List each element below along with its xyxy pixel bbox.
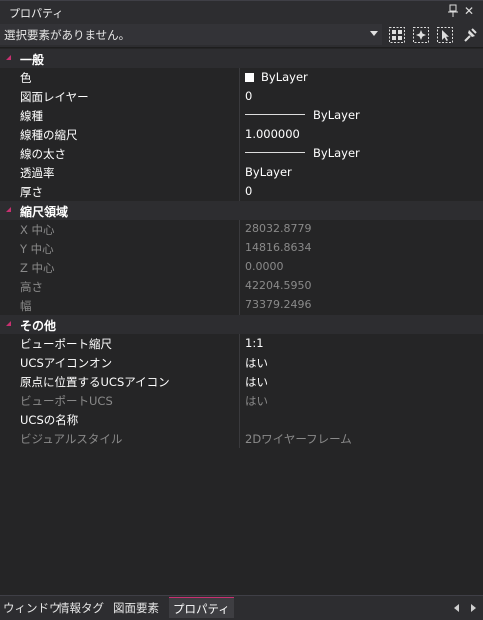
- toggle-pickadd-icon[interactable]: [461, 26, 479, 44]
- property-value: ByLayer: [261, 70, 308, 84]
- property-value: ByLayer: [245, 165, 292, 179]
- property-row-center-z: Z 中心 0.0000: [0, 258, 483, 277]
- property-value: 14816.8634: [245, 241, 312, 254]
- property-name: 線種の縮尺: [20, 128, 78, 142]
- property-name: 原点に位置するUCSアイコン: [20, 375, 170, 389]
- properties-toolbar: 選択要素がありません。: [0, 22, 483, 48]
- property-name: 幅: [20, 299, 32, 313]
- collapse-icon: [6, 55, 11, 60]
- property-row-layer[interactable]: 図面レイヤー 0: [0, 87, 483, 106]
- panel-title-bar: プロパティ ✕: [0, 0, 483, 22]
- scroll-left-icon[interactable]: [454, 604, 459, 612]
- category-misc[interactable]: その他: [0, 315, 483, 334]
- collapse-icon: [6, 321, 11, 326]
- property-value: ByLayer: [313, 146, 360, 160]
- property-row-thickness[interactable]: 厚さ 0: [0, 182, 483, 201]
- chevron-down-icon: [370, 31, 378, 36]
- property-value: 0: [245, 89, 253, 103]
- property-row-transparency[interactable]: 透過率 ByLayer: [0, 163, 483, 182]
- property-row-center-y: Y 中心 14816.8634: [0, 239, 483, 258]
- property-name: 高さ: [20, 280, 43, 294]
- selection-dropdown[interactable]: 選択要素がありません。: [0, 24, 382, 45]
- quick-select-icon[interactable]: [412, 26, 430, 44]
- property-value: 42204.5950: [245, 279, 312, 292]
- property-value: 1.000000: [245, 127, 300, 141]
- color-swatch-icon: [245, 73, 254, 82]
- property-value: 73379.2496: [245, 298, 312, 311]
- property-row-linetype[interactable]: 線種 ByLayer: [0, 106, 483, 125]
- property-value: 1:1: [245, 336, 264, 350]
- property-value: ByLayer: [313, 108, 360, 122]
- property-name: 色: [20, 71, 32, 85]
- property-name: UCSの名称: [20, 413, 79, 427]
- property-row-linetype-scale[interactable]: 線種の縮尺 1.000000: [0, 125, 483, 144]
- property-value: はい: [245, 375, 268, 389]
- property-name: ビジュアルスタイル: [20, 432, 123, 446]
- property-name: UCSアイコンオン: [20, 356, 113, 370]
- select-objects-icon[interactable]: [388, 26, 406, 44]
- tab-drawing-elements[interactable]: 図面要素: [113, 600, 159, 618]
- property-name: 図面レイヤー: [20, 90, 89, 104]
- category-label: 縮尺領域: [20, 205, 69, 219]
- line-sample-icon: [245, 152, 305, 153]
- property-name: 線種: [20, 109, 43, 123]
- tab-properties[interactable]: プロパティ: [169, 597, 234, 618]
- scroll-right-icon[interactable]: [471, 604, 476, 612]
- category-label: その他: [20, 319, 57, 333]
- property-value: 0: [245, 184, 253, 198]
- category-general[interactable]: 一般: [0, 49, 483, 68]
- property-name: Y 中心: [20, 242, 54, 256]
- property-value: 0.0000: [245, 260, 284, 273]
- property-row-ucs-icon-origin[interactable]: 原点に位置するUCSアイコン はい: [0, 372, 483, 391]
- property-row-lineweight[interactable]: 線の太さ ByLayer: [0, 144, 483, 163]
- tab-window[interactable]: ウィンドウ: [3, 600, 61, 618]
- property-name: 厚さ: [20, 185, 43, 199]
- property-row-ucs-icon-on[interactable]: UCSアイコンオン はい: [0, 353, 483, 372]
- property-row-width: 幅 73379.2496: [0, 296, 483, 315]
- tab-info-tags[interactable]: 情報タグ: [58, 600, 104, 618]
- property-value: 2Dワイヤーフレーム: [245, 432, 352, 446]
- property-value: はい: [245, 356, 268, 370]
- pick-add-icon[interactable]: [436, 26, 454, 44]
- line-sample-icon: [245, 114, 305, 115]
- property-value: はい: [245, 394, 268, 408]
- property-name: Z 中心: [20, 261, 55, 275]
- panel-title: プロパティ: [9, 7, 64, 20]
- pin-icon[interactable]: [447, 4, 459, 18]
- property-name: ビューポート縮尺: [20, 337, 112, 351]
- selection-text: 選択要素がありません。: [4, 28, 131, 42]
- property-row-visual-style: ビジュアルスタイル 2Dワイヤーフレーム: [0, 429, 483, 448]
- close-icon[interactable]: ✕: [463, 4, 475, 18]
- property-row-center-x: X 中心 28032.8779: [0, 220, 483, 239]
- property-row-viewport-ucs: ビューポートUCS はい: [0, 391, 483, 410]
- bottom-tab-bar: ウィンドウ 情報タグ 図面要素 プロパティ: [0, 595, 483, 620]
- category-scale-area[interactable]: 縮尺領域: [0, 201, 483, 220]
- property-name: X 中心: [20, 223, 55, 237]
- property-name: ビューポートUCS: [20, 394, 113, 408]
- property-row-color[interactable]: 色 ByLayer: [0, 68, 483, 87]
- property-row-height: 高さ 42204.5950: [0, 277, 483, 296]
- property-value: 28032.8779: [245, 222, 312, 235]
- property-row-ucs-name[interactable]: UCSの名称: [0, 410, 483, 429]
- property-grid: 一般 色 ByLayer 図面レイヤー 0 線種 ByLayer 線種の縮尺 1…: [0, 49, 483, 448]
- property-row-viewport-scale[interactable]: ビューポート縮尺 1:1: [0, 334, 483, 353]
- property-name: 線の太さ: [20, 147, 66, 161]
- collapse-icon: [6, 207, 11, 212]
- property-name: 透過率: [20, 166, 55, 180]
- category-label: 一般: [20, 53, 45, 67]
